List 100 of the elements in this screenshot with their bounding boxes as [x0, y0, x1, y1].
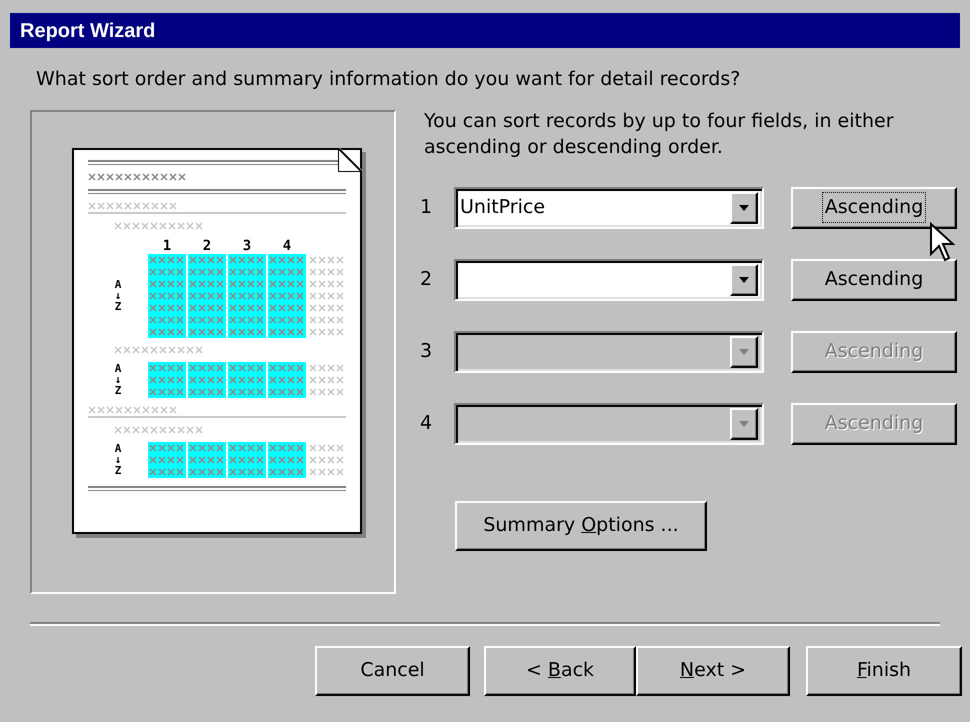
sort-letter: Z	[114, 301, 122, 312]
placeholder-marks	[229, 444, 265, 452]
placeholder-marks	[189, 388, 225, 396]
placeholder-marks	[269, 316, 305, 324]
placeholder-marks	[229, 468, 265, 476]
sort-number: 2	[419, 267, 434, 292]
question-text: What sort order and summary information do you want for detail records?	[36, 67, 742, 92]
placeholder-marks	[309, 388, 345, 396]
placeholder-marks	[309, 376, 345, 384]
column-number: 2	[202, 238, 212, 254]
placeholder-marks	[149, 388, 185, 396]
sort-arrow: ↓	[114, 454, 122, 465]
placeholder-marks	[229, 280, 265, 288]
dropdown-arrow-button[interactable]	[730, 264, 758, 296]
placeholder-marks	[269, 388, 305, 396]
sort-letter: A	[114, 279, 122, 290]
field-dropdown[interactable]: UnitPrice	[454, 186, 764, 228]
placeholder-marks	[309, 456, 345, 464]
dropdown-arrow-button[interactable]	[730, 336, 758, 368]
placeholder-marks	[189, 328, 225, 336]
dropdown-value: UnitPrice	[460, 198, 546, 217]
wizard-button[interactable]: Next >	[636, 646, 790, 696]
placeholder-marks	[269, 304, 305, 312]
placeholder-marks	[149, 456, 185, 464]
column-number: 4	[282, 238, 292, 254]
column-number: 1	[162, 238, 172, 254]
sort-order-button[interactable]: Ascending	[791, 258, 957, 300]
placeholder-marks	[309, 268, 345, 276]
placeholder-marks	[189, 292, 225, 300]
sort-arrow: ↓	[114, 290, 122, 301]
placeholder-marks	[269, 376, 305, 384]
window-title: Report Wizard	[20, 18, 156, 44]
caret-down-icon	[739, 276, 749, 282]
placeholder-marks	[269, 444, 305, 452]
sort-arrow: ↓	[114, 374, 122, 385]
dropdown-arrow-button[interactable]	[730, 408, 758, 440]
field-dropdown[interactable]	[454, 258, 764, 300]
placeholder-marks	[229, 328, 265, 336]
placeholder-marks	[309, 364, 345, 372]
placeholder-marks	[189, 444, 225, 452]
placeholder-marks	[229, 376, 265, 384]
placeholder-marks	[309, 316, 345, 324]
placeholder-marks	[269, 328, 305, 336]
caret-down-icon	[739, 348, 749, 354]
instructions-text: You can sort records by up to four fields, in either ascending or descending order.	[424, 108, 895, 160]
placeholder-marks	[309, 292, 345, 300]
placeholder-marks	[229, 304, 265, 312]
placeholder-marks	[189, 468, 225, 476]
placeholder-marks	[309, 328, 345, 336]
sort-order-button[interactable]: Ascending	[791, 186, 957, 228]
placeholder-marks	[189, 256, 225, 264]
placeholder-marks	[149, 316, 185, 324]
placeholder-marks	[309, 444, 345, 452]
placeholder-marks	[149, 280, 185, 288]
placeholder-marks	[149, 444, 185, 452]
column-number: 3	[242, 238, 252, 254]
wizard-button[interactable]: Cancel	[315, 646, 470, 696]
placeholder-marks	[269, 456, 305, 464]
placeholder-marks	[229, 364, 265, 372]
sort-number: 1	[419, 195, 434, 220]
placeholder-marks	[269, 364, 305, 372]
placeholder-marks	[189, 316, 225, 324]
field-dropdown[interactable]	[454, 330, 764, 372]
caret-down-icon	[739, 204, 749, 210]
placeholder-marks	[309, 304, 345, 312]
placeholder-marks	[189, 268, 225, 276]
placeholder-marks	[149, 292, 185, 300]
placeholder-marks	[189, 456, 225, 464]
placeholder-marks	[149, 268, 185, 276]
sort-letter: A	[114, 443, 122, 454]
placeholder-marks	[229, 316, 265, 324]
summary-options-button[interactable]: Summary Options ...	[455, 500, 707, 550]
placeholder-marks	[189, 304, 225, 312]
placeholder-marks	[149, 364, 185, 372]
placeholder-marks	[229, 256, 265, 264]
sort-letter: Z	[114, 465, 122, 476]
placeholder-marks	[269, 468, 305, 476]
placeholder-marks	[189, 280, 225, 288]
sort-letter: A	[114, 363, 122, 374]
placeholder-marks	[149, 328, 185, 336]
sort-letter: Z	[114, 385, 122, 396]
placeholder-marks	[149, 304, 185, 312]
sort-number: 3	[419, 339, 434, 364]
dropdown-arrow-button[interactable]	[730, 192, 758, 224]
field-dropdown[interactable]	[454, 402, 764, 444]
placeholder-marks	[269, 292, 305, 300]
placeholder-marks	[269, 268, 305, 276]
placeholder-marks	[269, 280, 305, 288]
placeholder-marks	[229, 456, 265, 464]
sort-number: 4	[419, 411, 434, 436]
mouse-pointer-icon	[929, 222, 955, 262]
wizard-button[interactable]: < Back	[484, 646, 636, 696]
placeholder-marks	[149, 376, 185, 384]
placeholder-marks	[309, 280, 345, 288]
placeholder-marks	[189, 376, 225, 384]
placeholder-marks	[309, 468, 345, 476]
caret-down-icon	[739, 420, 749, 426]
wizard-button[interactable]: Finish	[806, 646, 962, 696]
placeholder-marks	[269, 256, 305, 264]
placeholder-marks	[309, 256, 345, 264]
